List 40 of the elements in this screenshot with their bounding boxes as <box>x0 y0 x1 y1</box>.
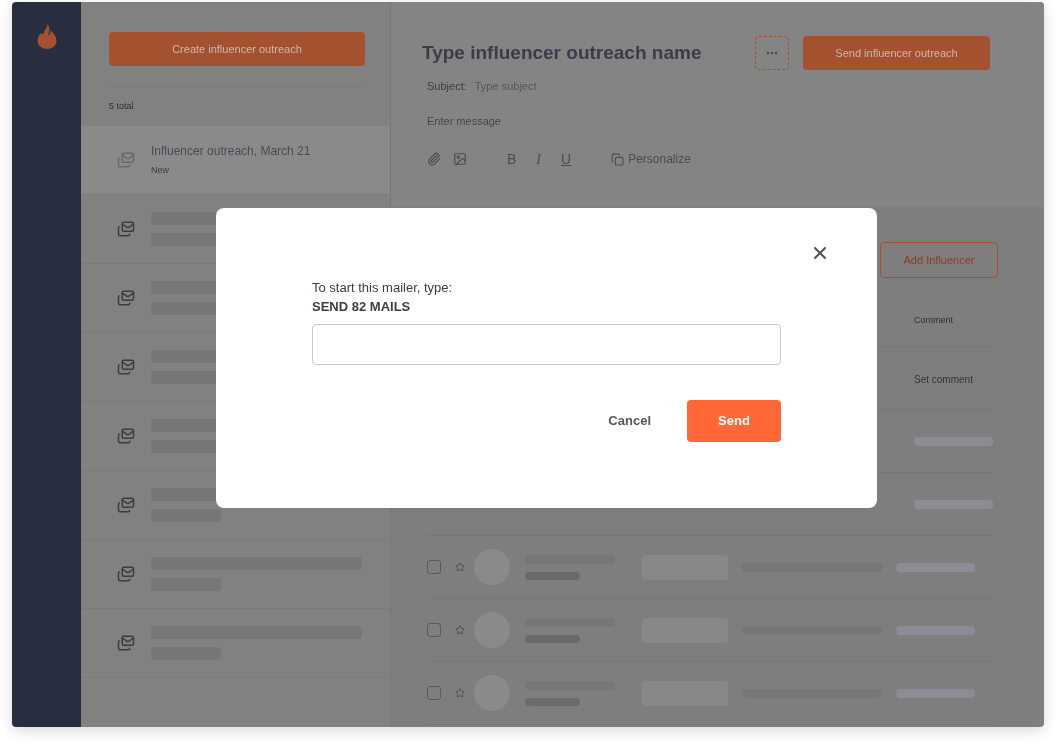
send-outreach-button[interactable]: Send influencer outreach <box>803 36 990 70</box>
star-icon[interactable] <box>455 625 465 635</box>
copy-icon <box>611 152 625 166</box>
italic-button[interactable]: I <box>532 148 545 170</box>
mails-icon <box>117 289 135 307</box>
item-title: Influencer outreach, March 21 <box>151 143 311 161</box>
mails-icon <box>117 634 135 652</box>
outreach-item[interactable]: Influencer outreach, March 21 New <box>81 126 390 195</box>
mails-icon <box>117 358 135 376</box>
bold-button[interactable]: B <box>503 148 521 170</box>
row-checkbox[interactable] <box>427 560 441 574</box>
send-button[interactable]: Send <box>687 400 781 442</box>
mails-icon <box>117 151 135 169</box>
cancel-button[interactable]: Cancel <box>608 411 651 431</box>
row-checkbox[interactable] <box>427 623 441 637</box>
outreach-title[interactable]: Type influencer outreach name <box>422 38 755 68</box>
total-count: 5 total <box>109 99 134 113</box>
mails-icon <box>117 220 135 238</box>
underline-button[interactable]: U <box>557 148 576 170</box>
star-icon[interactable] <box>455 688 465 698</box>
subject-label: Subject: <box>427 79 467 94</box>
comment-text[interactable]: Set comment <box>914 374 973 385</box>
confirm-input[interactable] <box>312 324 781 365</box>
mails-icon <box>117 496 135 514</box>
mails-icon <box>117 565 135 583</box>
add-influencer-button[interactable]: Add Influencer <box>880 242 998 278</box>
confirm-code: SEND 82 MAILS <box>312 298 412 316</box>
create-button[interactable]: Create influencer outreach <box>109 32 365 66</box>
star-icon[interactable] <box>455 562 465 572</box>
text-placeholder <box>151 509 221 522</box>
more-button[interactable] <box>755 36 789 70</box>
paperclip-icon[interactable] <box>427 152 441 166</box>
message-field[interactable]: Enter message <box>427 112 827 129</box>
image-icon[interactable] <box>453 152 467 166</box>
mails-icon <box>117 427 135 445</box>
dialog-prompt: To start this mailer, type: <box>312 279 454 297</box>
row-checkbox[interactable] <box>427 686 441 700</box>
item-status: New <box>151 164 170 178</box>
column-header: Comment <box>914 314 953 328</box>
personalize-button[interactable]: Personalize <box>611 150 691 168</box>
